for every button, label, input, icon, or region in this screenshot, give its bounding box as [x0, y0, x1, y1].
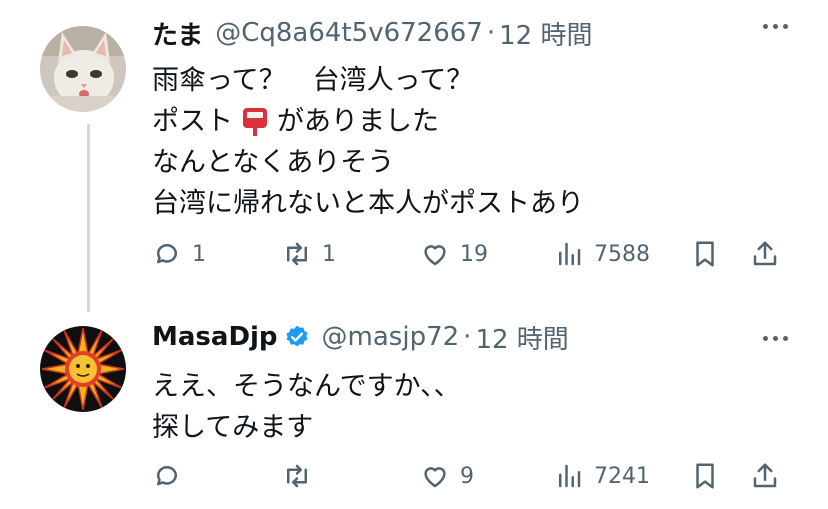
tweet[interactable]: MasaDjp @masjp72 · 12 時間 ええ、そうなんですか、、 探し… [0, 300, 828, 509]
bookmark-button[interactable] [690, 234, 720, 274]
user-handle[interactable]: @Cq8a64t5v672667 [215, 18, 483, 48]
avatar[interactable] [40, 326, 126, 412]
like-count: 9 [460, 463, 474, 489]
tweet-header: たま @Cq8a64t5v672667 · 12 時間 [152, 14, 592, 52]
tweet-header: MasaDjp @masjp72 · 12 時間 [152, 318, 569, 356]
reply-button[interactable]: 1 [152, 234, 206, 274]
views-icon [559, 242, 581, 266]
views-button[interactable]: 7588 [554, 234, 650, 274]
bookmark-icon [696, 463, 714, 489]
retweet-button[interactable] [282, 456, 322, 496]
tweet-line: ええ、そうなんですか、、 [152, 371, 461, 402]
timestamp[interactable]: 12 時間 [499, 15, 592, 52]
verified-badge-icon [284, 324, 310, 350]
tweet-line: 台湾に帰れないと本人がポストあり [152, 188, 584, 219]
retweet-icon [287, 242, 307, 266]
retweet-count: 1 [322, 241, 336, 267]
share-icon [753, 463, 777, 488]
tweet-line: ポスト がありました [152, 101, 584, 142]
more-horizontal-icon[interactable] [763, 24, 788, 29]
share-icon [753, 241, 777, 266]
separator: · [486, 18, 496, 48]
cat-avatar-icon [40, 26, 126, 112]
user-handle[interactable]: @masjp72 [322, 322, 460, 352]
display-name[interactable]: MasaDjp [152, 322, 278, 352]
view-count: 7588 [594, 241, 650, 267]
tweet-text: ええ、そうなんですか、、 探してみます [152, 366, 461, 448]
reply-icon [156, 465, 177, 486]
bookmark-icon [696, 241, 714, 267]
tweet[interactable]: たま @Cq8a64t5v672667 · 12 時間 雨傘って？ 台湾人って？… [0, 0, 828, 312]
action-bar: 1 1 19 7588 [152, 234, 792, 274]
more-horizontal-icon[interactable] [763, 336, 788, 341]
bookmark-button[interactable] [690, 456, 720, 496]
tweet-text-segment: がありました [277, 106, 439, 137]
retweet-icon [287, 464, 307, 488]
tweet-line: なんとなくありそう [152, 147, 395, 178]
like-button[interactable]: 19 [420, 234, 488, 274]
view-count: 7241 [594, 463, 650, 489]
reply-count: 1 [192, 241, 206, 267]
like-button[interactable]: 9 [420, 456, 474, 496]
reply-icon [156, 243, 177, 264]
views-button[interactable]: 7241 [554, 456, 650, 496]
retweet-button[interactable]: 1 [282, 234, 336, 274]
tweet-line: 探してみます [152, 412, 314, 443]
avatar[interactable] [40, 26, 126, 112]
action-bar: 9 7241 [152, 456, 792, 496]
thread-connector [87, 124, 90, 312]
heart-icon [424, 467, 446, 488]
tweet-line: 雨傘って？ 台湾人って？ [152, 65, 474, 96]
heart-icon [424, 245, 446, 266]
like-count: 19 [460, 241, 488, 267]
display-name[interactable]: たま [152, 15, 203, 52]
sun-avatar-icon [40, 326, 126, 412]
separator: · [463, 322, 472, 352]
mailbox-emoji [239, 106, 271, 138]
reply-button[interactable] [152, 456, 192, 496]
tweet-text-segment: ポスト [152, 106, 233, 137]
share-button[interactable] [750, 456, 780, 496]
share-button[interactable] [750, 234, 780, 274]
timestamp[interactable]: 12 時間 [475, 319, 568, 356]
views-icon [559, 464, 581, 488]
tweet-text: 雨傘って？ 台湾人って？ ポスト がありました なんとなくありそう 台湾に帰れな… [152, 60, 584, 224]
